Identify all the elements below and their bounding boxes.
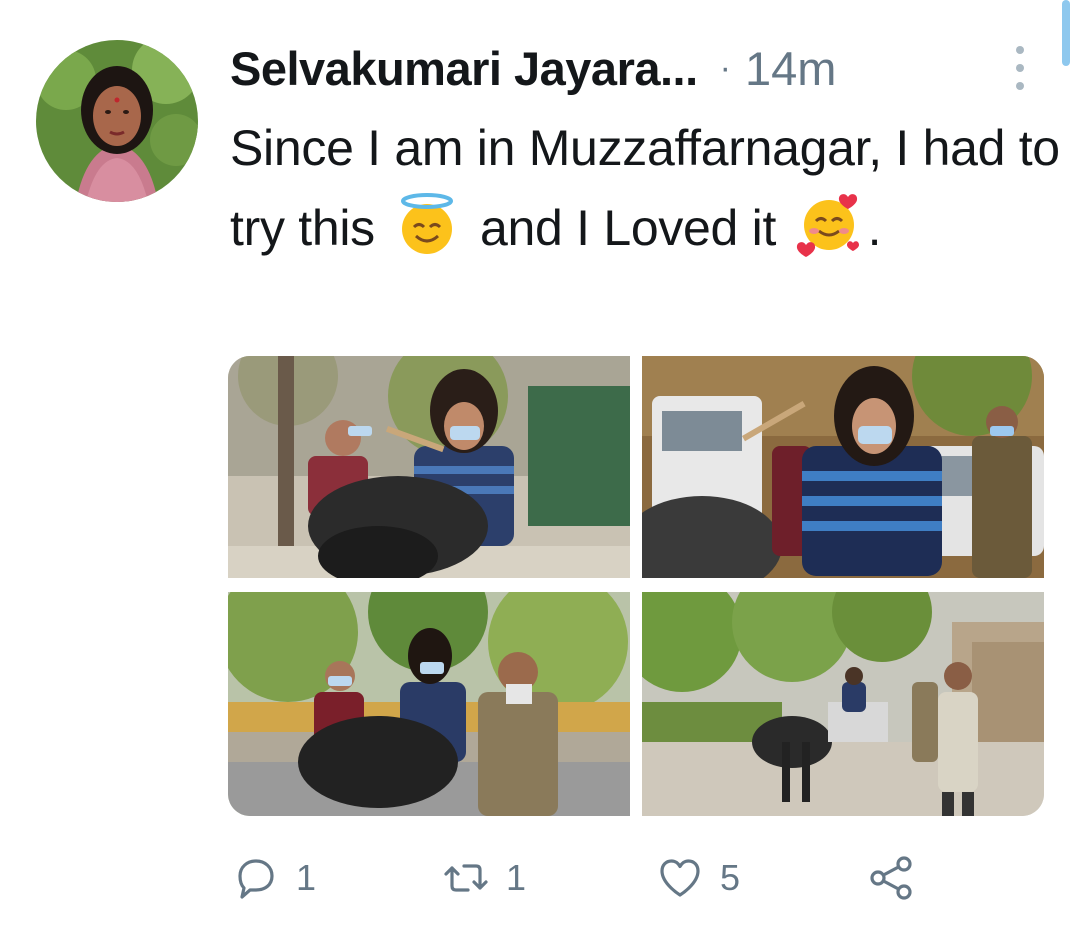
like-count: 5 — [720, 857, 741, 898]
retweet-button[interactable]: 1 — [442, 850, 526, 906]
scroll-indicator[interactable] — [1062, 0, 1070, 66]
like-icon — [660, 859, 700, 897]
smiling-face-with-hearts-emoji — [796, 191, 862, 257]
reply-button[interactable]: 1 — [232, 850, 316, 906]
media-grid[interactable] — [228, 356, 1044, 816]
tweet-text-part3: . — [867, 200, 882, 256]
photo-4[interactable] — [642, 592, 1044, 816]
tweet-text-part2: and I Loved it — [480, 200, 777, 256]
share-button[interactable] — [868, 850, 916, 906]
more-options-icon[interactable] — [1008, 46, 1032, 90]
photo-3[interactable] — [228, 592, 630, 816]
tweet-text: Since I am in Muzzaffarnagar, I had to t… — [230, 108, 1060, 268]
tweet-header: Selvakumari Jayara... · 14m — [230, 36, 1060, 100]
timestamp[interactable]: 14m — [745, 41, 836, 96]
retweet-count: 1 — [506, 857, 527, 898]
reply-icon — [238, 859, 274, 899]
like-button[interactable]: 5 — [656, 850, 740, 906]
photo-1[interactable] — [228, 356, 630, 578]
reply-count: 1 — [296, 857, 317, 898]
separator-dot: · — [719, 48, 731, 87]
avatar[interactable] — [36, 40, 198, 202]
photo-2[interactable] — [642, 356, 1044, 578]
author-name[interactable]: Selvakumari Jayara... — [230, 41, 698, 96]
action-bar: 1 1 5 — [232, 850, 932, 910]
retweet-icon — [444, 864, 488, 892]
share-icon — [870, 856, 912, 900]
smiling-face-with-halo-emoji — [394, 191, 460, 257]
